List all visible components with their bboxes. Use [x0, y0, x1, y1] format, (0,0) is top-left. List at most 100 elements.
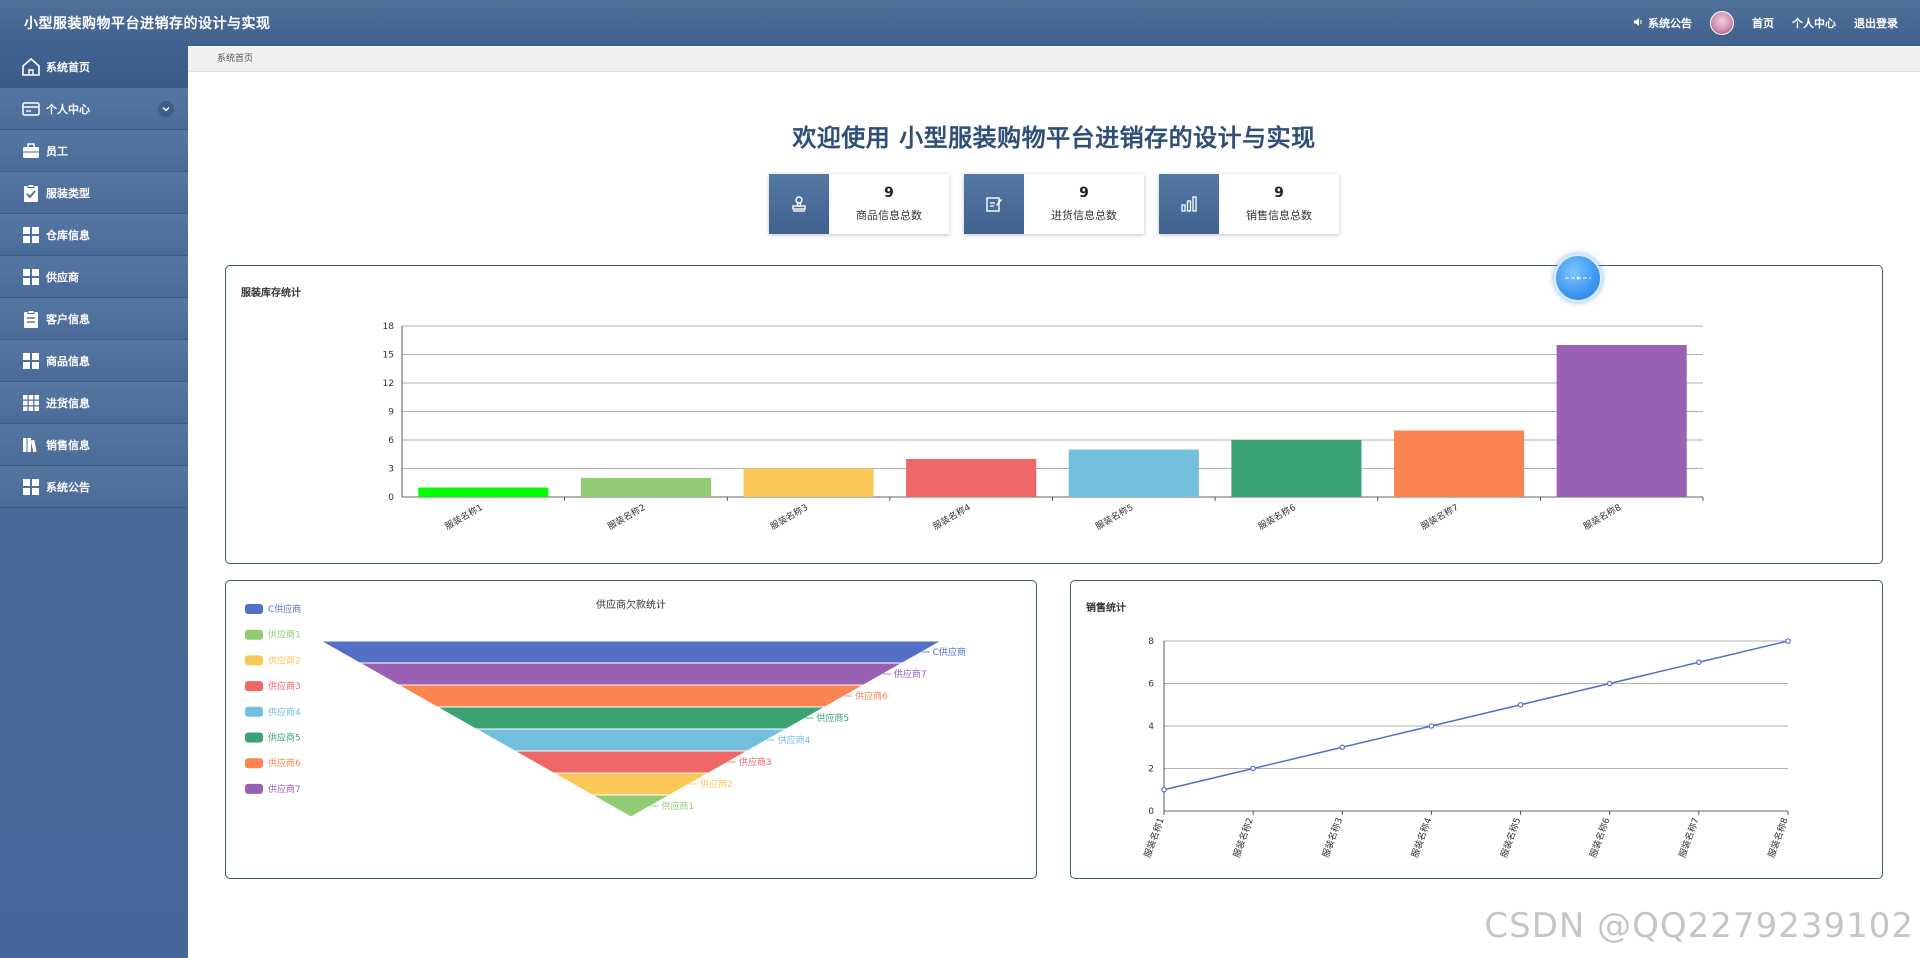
stat-card-products: 9 商品信息总数	[769, 174, 949, 234]
compass-icon	[1565, 276, 1591, 280]
grid-icon	[20, 266, 42, 288]
home-link[interactable]: 首页	[1752, 15, 1774, 31]
y-tick-label: 15	[383, 351, 394, 361]
legend-label: C供应商	[268, 603, 301, 615]
funnel-layer	[474, 728, 788, 752]
x-tick-label: 服装名称4	[1409, 816, 1435, 860]
legend-label: 供应商3	[268, 680, 301, 692]
bar	[1394, 430, 1525, 497]
bar	[418, 487, 549, 497]
stat-label: 商品信息总数	[856, 209, 922, 222]
breadcrumb-item-home[interactable]: 系统首页	[217, 54, 253, 64]
y-tick-label: 6	[1148, 680, 1154, 690]
breadcrumb: 系统首页	[188, 46, 1920, 72]
y-tick-label: 6	[388, 436, 394, 446]
data-point	[1250, 765, 1256, 772]
stat-label: 进货信息总数	[1051, 209, 1117, 222]
supplier-debt-panel: 供应商欠款统计 C供应商 供应商1 供应商2 供应商3 供应商4 供应商5 供应商6 供应商7 C…	[225, 580, 1037, 879]
sidebar-item-warehouse[interactable]: 仓库信息	[0, 214, 188, 256]
x-tick-label: 服装名称6	[1256, 501, 1298, 532]
sidebar-item-clothing-type[interactable]: 服装类型	[0, 172, 188, 214]
watermark: CSDN @QQ2279239102	[1484, 906, 1914, 946]
speaker-icon	[1633, 17, 1644, 30]
sidebar-item-label: 系统首页	[46, 60, 90, 74]
sidebar-item-label: 仓库信息	[46, 228, 90, 242]
card-icon	[20, 98, 42, 120]
top-header: 小型服装购物平台进销存的设计与实现 系统公告 首页 个人中心 退出登录	[0, 0, 1920, 46]
legend-label: 供应商4	[268, 706, 301, 718]
sidebar-item-supplier[interactable]: 供应商	[0, 256, 188, 298]
x-tick-label: 服装名称2	[1230, 816, 1256, 859]
app-title: 小型服装购物平台进销存的设计与实现	[24, 16, 271, 32]
legend-swatch	[245, 681, 263, 692]
stat-value: 9	[1079, 185, 1089, 201]
sidebar-item-home[interactable]: 系统首页	[0, 46, 188, 88]
sidebar-item-product[interactable]: 商品信息	[0, 340, 188, 382]
sidebar-item-notice[interactable]: 系统公告	[0, 466, 188, 508]
x-tick-label: 服装名称1	[1141, 816, 1167, 859]
x-tick-label: 服装名称3	[1320, 816, 1346, 859]
x-tick-label: 服装名称8	[1581, 501, 1623, 532]
floating-action-button[interactable]	[1554, 254, 1602, 302]
header-actions: 系统公告 首页 个人中心 退出登录	[1615, 11, 1898, 35]
funnel-label: 供应商2	[700, 778, 733, 790]
funnel-layer	[435, 706, 827, 730]
sidebar: 系统首页 个人中心 员工 服装类型 仓库信息 供应商 客户信息 商品信息 进货信…	[0, 46, 188, 958]
x-tick-label: 服装名称4	[931, 501, 973, 532]
books-icon	[20, 434, 42, 456]
x-tick-label: 服装名称1	[443, 501, 485, 532]
home-icon	[20, 56, 42, 78]
funnel-label: 供应商7	[894, 668, 927, 680]
x-tick-label: 服装名称7	[1676, 816, 1702, 859]
x-tick-label: 服装名称8	[1765, 816, 1791, 860]
y-tick-label: 0	[1148, 807, 1154, 817]
bar-chart-icon	[1159, 174, 1219, 234]
notice-label: 系统公告	[1648, 17, 1692, 30]
notice-link[interactable]: 系统公告	[1633, 15, 1692, 31]
y-tick-label: 0	[388, 493, 394, 503]
logout-link[interactable]: 退出登录	[1854, 15, 1898, 31]
legend-swatch	[245, 706, 263, 717]
sidebar-item-label: 商品信息	[46, 354, 90, 368]
sales-chart-panel: 销售统计 0 2 4 6 8 服装名称1 服装名称2 服装名称3 服装名称4 服装名称5 服装名称6…	[1070, 580, 1883, 879]
funnel-label: 供应商3	[739, 756, 772, 768]
x-tick-label: 服装名称6	[1587, 816, 1613, 860]
stat-value: 9	[1274, 185, 1284, 201]
sidebar-item-label: 进货信息	[46, 396, 90, 410]
sidebar-item-staff[interactable]: 员工	[0, 130, 188, 172]
sales-line	[1163, 640, 1789, 791]
stat-card-purchases: 9 进货信息总数	[964, 174, 1144, 234]
profile-link[interactable]: 个人中心	[1792, 15, 1836, 31]
sidebar-item-sales[interactable]: 销售信息	[0, 424, 188, 466]
inventory-chart-panel: 服装库存统计 0 3 6 9 12 15 18 服装名称1 服装名称2 服装名称3 服装名称4 服装名…	[225, 265, 1883, 564]
grid-icon	[20, 350, 42, 372]
legend-swatch	[245, 732, 263, 743]
stat-label: 销售信息总数	[1246, 209, 1312, 222]
page-title: 欢迎使用 小型服装购物平台进销存的设计与实现	[792, 124, 1316, 152]
sidebar-item-profile[interactable]: 个人中心	[0, 88, 188, 130]
sidebar-item-purchase[interactable]: 进货信息	[0, 382, 188, 424]
legend-swatch	[245, 629, 263, 640]
x-tick-label: 服装名称2	[605, 501, 647, 532]
legend-swatch	[245, 655, 263, 666]
sidebar-item-customer[interactable]: 客户信息	[0, 298, 188, 340]
sidebar-item-label: 员工	[46, 144, 68, 158]
funnel-title: 供应商欠款统计	[596, 598, 666, 611]
sidebar-item-label: 服装类型	[46, 186, 90, 200]
legend-label: 供应商6	[268, 757, 301, 769]
x-tick-label: 服装名称3	[768, 501, 810, 532]
legend-swatch	[245, 758, 263, 769]
sidebar-item-label: 客户信息	[46, 312, 90, 326]
funnel-label: C供应商	[933, 646, 966, 658]
bar	[1068, 449, 1199, 497]
sales-line-chart: 0 2 4 6 8 服装名称1 服装名称2 服装名称3 服装名称4 服装名称5 服装名称6 服装名称7…	[1141, 637, 1791, 860]
data-point	[1517, 701, 1524, 708]
avatar[interactable]	[1710, 11, 1734, 35]
stat-card-sales: 9 销售信息总数	[1159, 174, 1339, 234]
edit-icon	[964, 174, 1024, 234]
legend-swatch	[245, 604, 263, 614]
chevron-down-icon[interactable]	[158, 100, 174, 117]
grid-icon	[20, 224, 42, 246]
data-point	[1339, 744, 1346, 751]
legend-label: 供应商1	[268, 629, 301, 641]
